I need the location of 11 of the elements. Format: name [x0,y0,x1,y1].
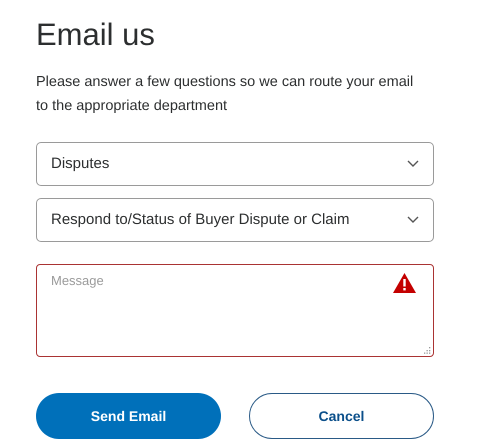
dropdown[interactable]: Disputes [36,142,434,186]
intro-text: Please answer a few questions so we can route your email to the appropriate department [36,73,414,116]
dropdown[interactable]: Respond to/Status of Buyer Dispute or Claim [36,198,434,242]
send-button[interactable]: Send Email [36,393,221,439]
resize-handle-icon[interactable] [424,347,431,354]
cancel-button[interactable]: Cancel [249,393,434,439]
page-title: Email us [36,16,156,54]
warning-icon [393,273,416,293]
chevron-down-icon [407,216,419,224]
message-field[interactable]: Message [36,264,434,357]
chevron-down-icon [407,160,419,168]
